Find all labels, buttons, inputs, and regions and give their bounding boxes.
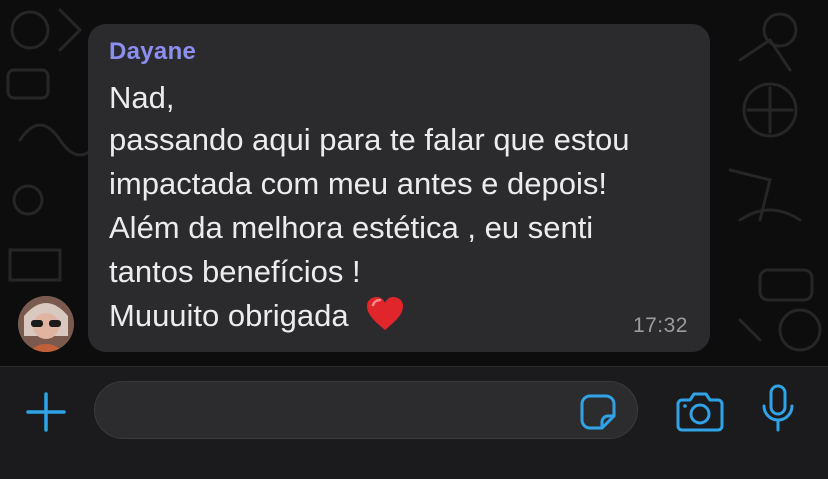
avatar-portrait — [18, 296, 74, 352]
chat-area: Dayane Nad, passando aqui para te falar … — [0, 0, 828, 366]
message-input[interactable] — [113, 394, 577, 428]
message-line: Muuuito obrigada — [109, 298, 349, 333]
sticker-button[interactable] — [578, 392, 618, 432]
attach-plus-button[interactable] — [24, 390, 68, 434]
message-input-container[interactable] — [94, 381, 638, 439]
message-timestamp: 17:32 — [632, 314, 688, 337]
message-line: Além da melhora estética , eu senti — [109, 210, 594, 245]
message-bubble[interactable]: Dayane Nad, passando aqui para te falar … — [88, 24, 710, 352]
message-line: Nad, — [109, 80, 175, 115]
microphone-button[interactable] — [760, 384, 796, 434]
message-line: tantos benefícios ! — [109, 254, 361, 289]
red-heart-icon — [367, 297, 404, 330]
sender-name: Dayane — [109, 38, 197, 65]
microphone-icon — [762, 384, 794, 432]
plus-icon — [26, 392, 66, 432]
sticker-icon — [580, 394, 616, 430]
camera-icon — [676, 392, 724, 432]
camera-button[interactable] — [676, 390, 724, 432]
message-line: passando aqui para te falar que estou — [109, 122, 630, 157]
sender-avatar[interactable] — [18, 296, 74, 352]
message-line: impactada com meu antes e depois! — [109, 166, 607, 201]
